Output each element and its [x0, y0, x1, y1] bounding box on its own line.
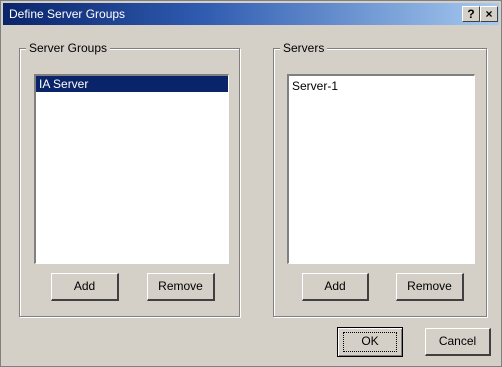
server-groups-groupbox: Server Groups IA Server Add Remove	[19, 41, 240, 317]
add-server-button[interactable]: Add	[302, 273, 369, 301]
servers-legend: Servers	[280, 41, 328, 55]
define-server-groups-dialog: Define Server Groups ? × Server Groups I…	[0, 0, 502, 367]
servers-listbox[interactable]: Server-1	[287, 74, 475, 264]
servers-groupbox: Servers Server-1 Add Remove	[273, 41, 487, 317]
server-groups-listbox[interactable]: IA Server	[34, 74, 229, 264]
server-group-item[interactable]: IA Server	[36, 76, 228, 92]
title-bar[interactable]: Define Server Groups ? ×	[3, 3, 499, 25]
add-server-group-button[interactable]: Add	[51, 273, 119, 301]
remove-server-button[interactable]: Remove	[396, 273, 464, 301]
window-title: Define Server Groups	[9, 7, 126, 21]
cancel-button[interactable]: Cancel	[425, 328, 491, 356]
server-groups-legend: Server Groups	[26, 41, 111, 55]
remove-server-group-button[interactable]: Remove	[147, 273, 215, 301]
ok-button[interactable]: OK	[337, 327, 403, 357]
help-button[interactable]: ?	[462, 6, 480, 22]
server-item[interactable]: Server-1	[289, 78, 474, 94]
focus-rectangle	[343, 332, 397, 352]
close-button[interactable]: ×	[480, 6, 498, 22]
